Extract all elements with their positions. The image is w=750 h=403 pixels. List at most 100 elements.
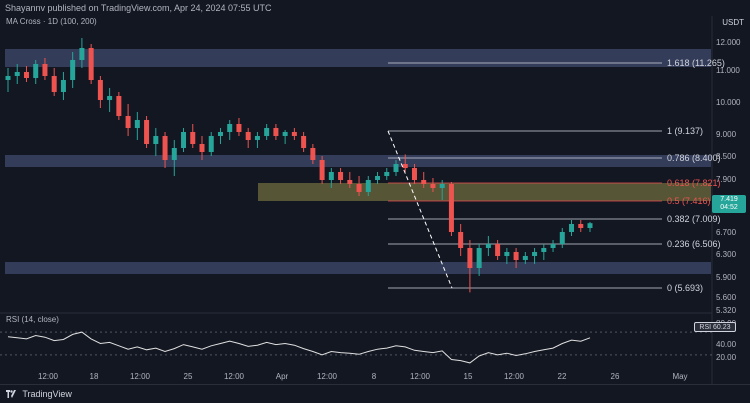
rsi-label: RSI (14, close) (6, 315, 59, 324)
fib-label-3: 0.618 (7.821) (667, 178, 721, 188)
candle-body (291, 132, 297, 136)
zone-middle (5, 155, 711, 167)
candle-body (107, 96, 113, 100)
candle-body (356, 184, 362, 192)
price-axis-label: 9.000 (716, 130, 737, 139)
time-axis-label: 12:00 (504, 372, 525, 381)
candle-body (495, 244, 501, 256)
candle-body (97, 80, 103, 100)
tradingview-logo-icon (6, 390, 16, 398)
price-axis-label: 7.900 (716, 175, 737, 184)
price-axis-label: 10.000 (716, 98, 741, 107)
candle-body (550, 244, 556, 248)
candle-body (245, 132, 251, 140)
candle-body (541, 248, 547, 252)
candle-body (181, 132, 187, 148)
price-axis-label: 5.600 (716, 293, 737, 302)
chart-canvas[interactable]: 1.618 (11.265)1 (9.137)0.786 (8.400)0.61… (0, 0, 750, 384)
candle-body (522, 256, 528, 260)
candle-body (70, 60, 76, 80)
candle-body (421, 180, 427, 184)
candle-body (485, 244, 491, 248)
rsi-axis-label: 20.00 (716, 353, 737, 362)
last-price: 7.419 (720, 196, 738, 203)
candle-body (79, 48, 85, 60)
time-axis-label: 12:00 (224, 372, 245, 381)
candle-body (88, 48, 94, 80)
time-axis-label: 26 (611, 372, 620, 381)
time-axis-label: Apr (276, 372, 289, 381)
support-zone-bottom (5, 262, 711, 274)
resistance-zone-top (5, 49, 711, 67)
publish-info: Shayannv published on TradingView.com, A… (0, 0, 750, 16)
bar-countdown: 04:52 (720, 204, 738, 211)
candle-body (513, 252, 519, 260)
candle-body (14, 72, 20, 76)
footer: TradingView (0, 384, 750, 402)
candle-body (310, 148, 316, 160)
candle-body (365, 180, 371, 192)
candle-body (301, 136, 307, 148)
time-axis-label: 12:00 (130, 372, 151, 381)
time-axis-label: May (672, 372, 687, 381)
candle-body (254, 136, 260, 140)
time-axis-label: 22 (558, 372, 567, 381)
fib-label-4: 0.5 (7.416) (667, 196, 711, 206)
price-axis-label: 12.000 (716, 38, 741, 47)
fib-label-6: 0.236 (6.506) (667, 239, 721, 249)
time-axis-label: 12:00 (317, 372, 338, 381)
candle-body (5, 76, 11, 80)
price-axis-label: 8.500 (716, 152, 737, 161)
candle-body (208, 136, 214, 152)
candle-body (162, 136, 168, 160)
candle-body (559, 232, 565, 244)
time-axis-label: 18 (90, 372, 99, 381)
last-price-tag: 7.419 04:52 (712, 195, 746, 213)
candle-body (125, 116, 131, 128)
candle-body (42, 64, 48, 76)
candle-body (171, 148, 177, 160)
fib-label-7: 0 (5.693) (667, 283, 703, 293)
currency-label: USDT (722, 18, 744, 27)
fib-label-1: 1 (9.137) (667, 126, 703, 136)
fib-label-2: 0.786 (8.400) (667, 153, 721, 163)
candle-body (338, 172, 344, 180)
candle-body (448, 184, 454, 232)
time-axis-label: 12:00 (38, 372, 59, 381)
candle-body (227, 124, 233, 132)
candle-body (569, 224, 575, 232)
rsi-line (7, 331, 591, 364)
candle-body (144, 120, 150, 144)
candle-body (60, 80, 66, 92)
time-axis-label: 25 (184, 372, 193, 381)
candle-body (328, 172, 334, 180)
candle-body (476, 248, 482, 268)
tradingview-brand[interactable]: TradingView (22, 389, 72, 399)
candle-body (273, 128, 279, 136)
price-axis-label: 11.000 (716, 66, 740, 75)
candle-body (282, 132, 288, 136)
time-axis-label: 8 (372, 372, 377, 381)
rsi-axis-label: 40.00 (716, 340, 737, 349)
candle-body (467, 248, 473, 268)
candle-body (134, 120, 140, 128)
candle-body (33, 64, 39, 78)
candle-body (439, 184, 445, 188)
time-axis-label: 15 (464, 372, 473, 381)
price-axis-label: 5.900 (716, 273, 737, 282)
candle-body (578, 224, 584, 228)
candle-body (587, 223, 593, 228)
candle-body (402, 164, 408, 168)
candle-body (411, 168, 417, 180)
candle-body (384, 172, 390, 176)
candle-body (532, 252, 538, 256)
supply-zone (258, 183, 711, 201)
indicator-label[interactable]: MA Cross · 1D (100, 200) (6, 17, 97, 26)
candle-body (458, 232, 464, 248)
candle-body (51, 76, 57, 92)
candle-body (23, 72, 29, 78)
candle-body (116, 96, 122, 116)
candle-body (504, 252, 510, 256)
fib-label-5: 0.382 (7.009) (667, 214, 721, 224)
candle-body (393, 164, 399, 172)
